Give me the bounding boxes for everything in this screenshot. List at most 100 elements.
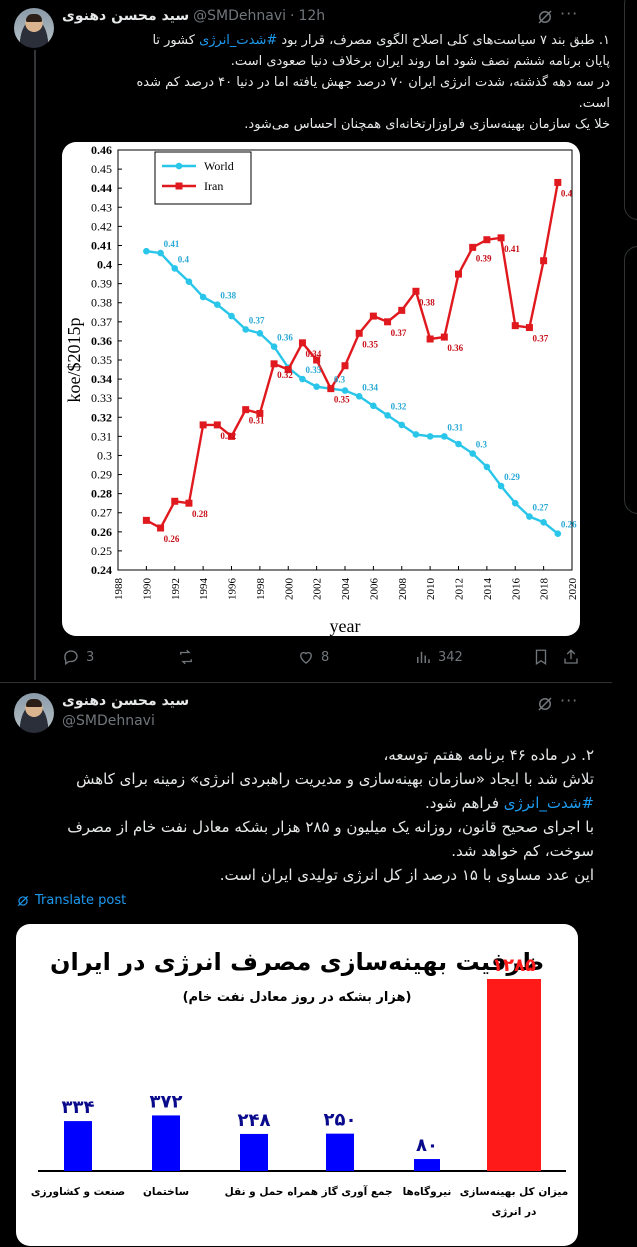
separator-dot: ·: [290, 8, 295, 24]
data-point-world: [370, 402, 377, 410]
data-point-world: [313, 383, 320, 391]
tweet-1[interactable]: سید محسن دهنوی @SMDehnavi · 12h ··· ۱. ط…: [0, 0, 612, 682]
data-label-iran: 0.34: [305, 349, 321, 359]
chart-subtitle: (هزار بشکه در روز معادل نفت خام): [183, 990, 412, 1005]
like-count: 8: [321, 649, 330, 665]
x-tick-label: 1992: [170, 578, 182, 600]
author-handle[interactable]: @SMDehnavi: [62, 713, 155, 729]
data-point-world: [398, 421, 406, 429]
data-point-iran: [270, 360, 278, 368]
data-label-iran: 0.39: [476, 253, 492, 263]
media-image-bar-chart[interactable]: ظرفیت بهینه‌سازی مصرف انرژی در ایران (هزا…: [16, 924, 578, 1246]
data-label-iran: 0.32: [277, 370, 293, 380]
data-label-world: 0.32: [391, 401, 407, 411]
tweet-line: با اجرای صحیح قانون، روزانه یک میلیون و …: [67, 818, 594, 836]
author-name[interactable]: سید محسن دهنوی: [62, 8, 189, 24]
thread-line: [34, 50, 36, 680]
data-point-iran: [483, 236, 491, 244]
data-label-world: 0.37: [249, 315, 265, 325]
data-point-world: [214, 301, 221, 308]
x-tick-label: 2014: [482, 578, 494, 601]
y-tick-label: 0.42: [91, 219, 112, 233]
tweet-line: سوخت، کم خواهد شد.: [451, 842, 594, 860]
hashtag-link[interactable]: #شدت_انرژی: [504, 794, 594, 812]
data-label-world: 0.36: [277, 333, 293, 343]
x-tick-label: 2016: [510, 578, 522, 601]
reply-button[interactable]: 3: [62, 648, 94, 666]
more-options-icon[interactable]: ···: [560, 691, 578, 710]
x-tick-label: 1998: [255, 578, 267, 601]
data-point-world: [469, 450, 476, 457]
data-label-world: 0.3: [476, 440, 488, 450]
tweet-line: تلاش شد با ایجاد «سازمان بهینه‌سازی و مد…: [76, 770, 594, 788]
data-point-world: [554, 530, 562, 538]
data-point-iran: [242, 406, 250, 414]
grok-icon: [17, 895, 29, 906]
y-tick-label: 0.36: [91, 334, 112, 348]
y-tick-label: 0.44: [91, 181, 112, 195]
y-tick-label: 0.25: [91, 544, 112, 558]
data-label-iran: 0.38: [419, 297, 435, 307]
data-point-iran: [426, 335, 434, 343]
bookmark-icon[interactable]: [532, 648, 550, 666]
avatar[interactable]: [14, 8, 54, 48]
media-image-line-chart[interactable]: 0.24 0.25 0.26 0.27 0.28 0.29 0.3 0.31 0.32 0.33 0…: [62, 142, 580, 636]
hashtag-link[interactable]: #شدت_انرژی: [199, 33, 277, 48]
x-tick-label: 2012: [454, 578, 466, 600]
data-point-world: [171, 265, 179, 272]
author-handle[interactable]: @SMDehnavi: [193, 8, 286, 24]
tweet-2[interactable]: سید محسن دهنوی @SMDehnavi ··· ۲. در ماده…: [0, 682, 612, 1247]
share-icon[interactable]: [562, 648, 580, 666]
author-name[interactable]: سید محسن دهنوی: [62, 693, 189, 709]
data-label-iran: 0.31: [249, 416, 265, 426]
bar-chart: ظرفیت بهینه‌سازی مصرف انرژی در ایران (هزا…: [31, 948, 568, 1218]
y-tick-label: 0.24: [91, 563, 112, 577]
tweet-line: ۲. در ماده ۴۶ برنامه هفتم توسعه،: [383, 746, 594, 764]
tweet-text: ۱. طبق بند ۷ سیاست‌های کلی اصلاح الگوی م…: [62, 30, 610, 135]
tweet-line: است.: [578, 96, 610, 111]
tweet-line: خلا یک سازمان بهینه‌سازی فراوزارتخانه‌ای…: [244, 117, 610, 132]
like-button[interactable]: 8: [297, 648, 329, 666]
y-tick-label: 0.34: [91, 372, 112, 386]
data-point-world: [157, 249, 164, 257]
bar-category-label: میزان کل بهینه‌سازی: [460, 1186, 568, 1198]
legend-label-world: World: [204, 159, 234, 173]
bar-category-label: در انرژی: [492, 1206, 537, 1218]
series-line-iran: [145, 182, 559, 530]
data-point-iran: [369, 312, 377, 320]
translate-label: Translate post: [35, 893, 127, 908]
data-point-world: [256, 329, 264, 337]
data-point-world: [441, 433, 448, 440]
data-point-world: [299, 375, 306, 383]
tweet-actions: 3 8 342: [62, 648, 610, 670]
y-tick-label: 0.33: [91, 391, 112, 405]
repost-icon: [180, 649, 192, 665]
x-tick-label: 1994: [198, 578, 210, 601]
grok-icon[interactable]: [536, 8, 554, 26]
data-label-iran: 0.36: [447, 343, 463, 353]
data-point-world: [355, 392, 363, 400]
timestamp[interactable]: 12h: [298, 8, 325, 24]
data-point-iran: [185, 499, 193, 507]
more-options-icon[interactable]: ···: [560, 4, 578, 23]
legend-marker: [175, 182, 183, 190]
y-tick-label: 0.45: [91, 162, 112, 176]
bar: [414, 1159, 440, 1171]
grok-icon[interactable]: [536, 695, 554, 713]
avatar[interactable]: [14, 693, 54, 733]
bar-value-label: ۳۷۲: [150, 1091, 183, 1112]
repost-button[interactable]: [177, 648, 201, 666]
legend-box: [154, 151, 252, 205]
data-label-iran: 0.26: [164, 534, 180, 544]
x-tick-label: 2004: [340, 578, 352, 601]
tweet-header-handle: @SMDehnavi: [62, 713, 155, 729]
data-label-world: 0.3: [334, 375, 346, 385]
data-point-iran: [327, 385, 335, 393]
plot-frame: [117, 149, 573, 571]
data-point-world: [511, 499, 519, 507]
x-tick-label: 2020: [567, 578, 579, 601]
bar-value-label: ۸۰: [416, 1135, 438, 1156]
data-point-world: [483, 463, 491, 471]
translate-post-link[interactable]: Translate post: [16, 893, 126, 908]
views-button[interactable]: 342: [414, 648, 463, 666]
